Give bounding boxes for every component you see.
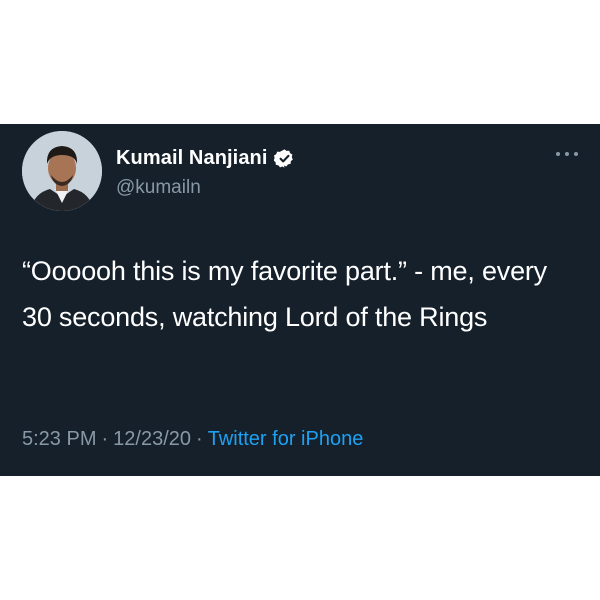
more-options-button[interactable] (556, 149, 578, 159)
tweet-card: Kumail Nanjiani @kumailn “Oooooh this is… (0, 124, 600, 476)
tweet-source-link[interactable]: Twitter for iPhone (208, 428, 364, 450)
author-handle[interactable]: @kumailn (116, 177, 201, 199)
tweet-text: “Oooooh this is my favorite part.” - me,… (22, 256, 547, 332)
more-dots-icon (565, 152, 569, 156)
tweet-time[interactable]: 5:23 PM (22, 428, 96, 450)
meta-separator: · (101, 428, 109, 450)
avatar[interactable] (22, 131, 102, 211)
verified-badge-icon (273, 148, 295, 169)
author-display-name[interactable]: Kumail Nanjiani (116, 147, 268, 170)
tweet-date[interactable]: 12/23/20 (113, 428, 191, 450)
more-dots-icon (556, 152, 560, 156)
author-name-row[interactable]: Kumail Nanjiani (116, 147, 295, 170)
profile-photo-icon (22, 131, 102, 211)
tweet-meta: 5:23 PM · 12/23/20 · Twitter for iPhone (22, 428, 363, 451)
meta-separator: · (196, 428, 203, 450)
more-dots-icon (574, 152, 578, 156)
